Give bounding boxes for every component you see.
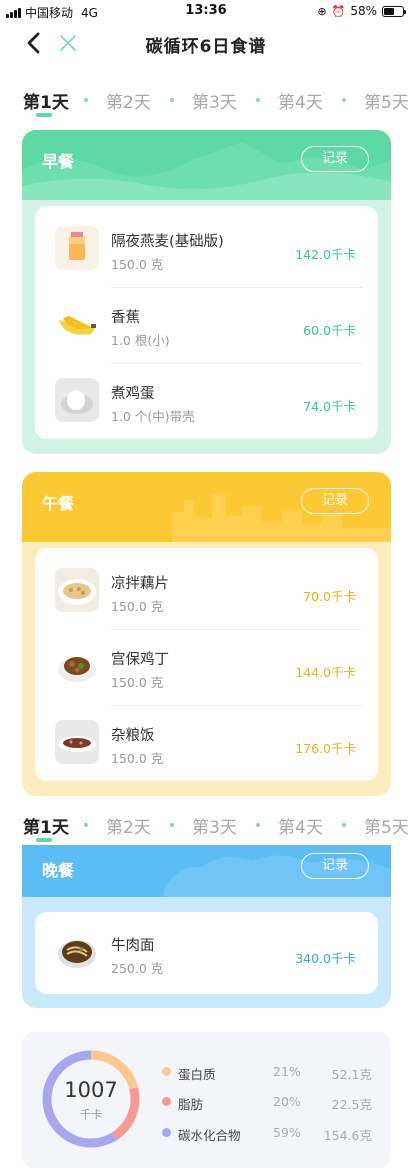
tab-separator-dot [342,823,346,827]
tab-separator-dot [84,823,88,827]
fat-swatch [162,1097,171,1106]
total-calories: 1007 [64,1078,118,1102]
lunch-food-list: 凉拌藕片 150.0 克 70.0千卡 宫保鸡丁 150.0 克 144.0千卡… [35,548,378,781]
food-calories: 340.0千卡 [295,951,356,966]
food-item[interactable]: 杂粮饭 150.0 克 176.0千卡 [35,706,378,782]
food-quantity: 150.0 克 [111,257,164,272]
alarm-icon: ⏰ [331,4,346,18]
food-calories: 70.0千卡 [303,589,356,604]
legend-carbs: 碳水化合物 59% 154.6克 [162,1125,382,1143]
meal-title: 晚餐 [42,861,75,880]
food-quantity: 1.0 个(中)带壳 [111,409,195,424]
page-title: 碳循环6日食谱 [145,37,267,57]
tab-day-2[interactable]: 第2天 [106,88,151,113]
multigrain-rice-icon [55,720,99,764]
food-name: 杂粮饭 [111,728,155,744]
boiled-egg-icon [55,378,99,422]
food-quantity: 150.0 克 [111,675,164,690]
nav-bar: 碳循环6日食谱 [0,26,412,62]
record-button[interactable]: 记录 [301,853,369,879]
dinner-card: 晚餐 记录 牛肉面 250.0 克 340.0千卡 [22,845,391,1008]
tab-day-3[interactable]: 第3天 [192,88,237,113]
food-item[interactable]: 隔夜燕麦(基础版) 150.0 克 142.0千卡 [35,212,378,288]
lunch-card: 午餐 记录 凉拌藕片 150.0 克 70.0千卡 宫保鸡丁 150.0 克 1… [22,472,391,796]
tab-day-3[interactable]: 第3天 [192,813,237,838]
food-name: 煮鸡蛋 [111,386,155,402]
overnight-oats-icon [55,226,99,270]
dinner-food-list: 牛肉面 250.0 克 340.0千卡 [35,912,378,994]
nutrient-percent: 59% [273,1125,301,1140]
food-item[interactable]: 香蕉 1.0 根(小) 60.0千卡 [35,288,378,364]
kung-pao-chicken-icon [55,644,99,688]
tab-day-4[interactable]: 第4天 [278,88,323,113]
tab-separator-dot [256,823,260,827]
nutrition-summary: 1007 千卡 蛋白质 21% 52.1克 脂肪 20% 22.5克 碳水化合物… [22,1032,391,1168]
rotation-lock-icon: ⊕ [317,4,327,18]
breakfast-food-list: 隔夜燕麦(基础版) 150.0 克 142.0千卡 香蕉 1.0 根(小) 60… [35,206,378,439]
food-quantity: 250.0 克 [111,961,164,976]
record-button[interactable]: 记录 [301,146,369,172]
beef-noodles-icon [55,930,99,974]
food-quantity: 1.0 根(小) [111,333,170,348]
legend-protein: 蛋白质 21% 52.1克 [162,1064,382,1082]
nutrient-grams: 22.5克 [331,1097,372,1112]
meal-title: 早餐 [42,152,75,171]
tab-day-4[interactable]: 第4天 [278,813,323,838]
carbs-swatch [162,1128,171,1137]
nutrient-label: 碳水化合物 [178,1128,241,1143]
food-calories: 144.0千卡 [295,665,356,680]
nutrient-grams: 154.6克 [323,1128,372,1143]
day-tabs: 第1天 第2天 第3天 第4天 第5天 [0,88,412,128]
food-name: 宫保鸡丁 [111,652,169,668]
meal-title: 午餐 [42,494,75,513]
lunch-header: 午餐 记录 [22,472,391,542]
tab-separator-dot [256,98,260,102]
tab-separator-dot [84,98,88,102]
nutrient-grams: 52.1克 [331,1067,372,1082]
food-name: 隔夜燕麦(基础版) [111,234,224,250]
breakfast-card: 早餐 记录 隔夜燕麦(基础版) 150.0 克 142.0千卡 香蕉 1.0 根… [22,130,391,454]
tab-separator-dot [170,823,174,827]
battery-icon [382,5,406,17]
food-calories: 142.0千卡 [295,247,356,262]
nutrient-label: 脂肪 [178,1097,204,1112]
food-calories: 74.0千卡 [303,399,356,414]
tab-separator-dot [342,98,346,102]
tab-separator-dot [170,98,174,102]
food-name: 香蕉 [111,310,140,326]
dinner-header: 晚餐 记录 [22,845,391,897]
food-item[interactable]: 煮鸡蛋 1.0 个(中)带壳 74.0千卡 [35,364,378,440]
breakfast-header: 早餐 记录 [22,130,391,200]
total-calories-unit: 千卡 [80,1108,102,1121]
status-bar: 中国移动 4G 13:36 ⊕ ⏰ 58% [0,0,412,22]
food-item[interactable]: 宫保鸡丁 150.0 克 144.0千卡 [35,630,378,706]
tab-day-1[interactable]: 第1天 [23,813,69,838]
legend-fat: 脂肪 20% 22.5克 [162,1094,382,1112]
tab-day-2[interactable]: 第2天 [106,813,151,838]
tab-day-1[interactable]: 第1天 [23,88,69,113]
food-calories: 60.0千卡 [303,323,356,338]
food-calories: 176.0千卡 [295,741,356,756]
banana-icon [55,302,99,346]
food-quantity: 150.0 克 [111,751,164,766]
food-name: 牛肉面 [111,938,155,954]
food-quantity: 150.0 克 [111,599,164,614]
active-tab-indicator [36,113,52,117]
page: 中国移动 4G 13:36 ⊕ ⏰ 58% 碳循环6日食谱 第1天 第2天 第3… [0,0,412,1176]
nutrient-label: 蛋白质 [178,1067,216,1082]
food-name: 凉拌藕片 [111,576,169,592]
food-item[interactable]: 牛肉面 250.0 克 340.0千卡 [35,916,378,992]
tab-day-5[interactable]: 第5天 [364,88,409,113]
record-button[interactable]: 记录 [301,488,369,514]
nutrient-percent: 20% [273,1094,301,1109]
food-item[interactable]: 凉拌藕片 150.0 克 70.0千卡 [35,554,378,630]
tab-day-5[interactable]: 第5天 [364,813,409,838]
active-tab-indicator [36,838,52,842]
protein-swatch [162,1067,171,1076]
lotus-root-salad-icon [55,568,99,612]
nutrient-percent: 21% [273,1064,301,1079]
battery-percent: 58% [350,4,377,18]
